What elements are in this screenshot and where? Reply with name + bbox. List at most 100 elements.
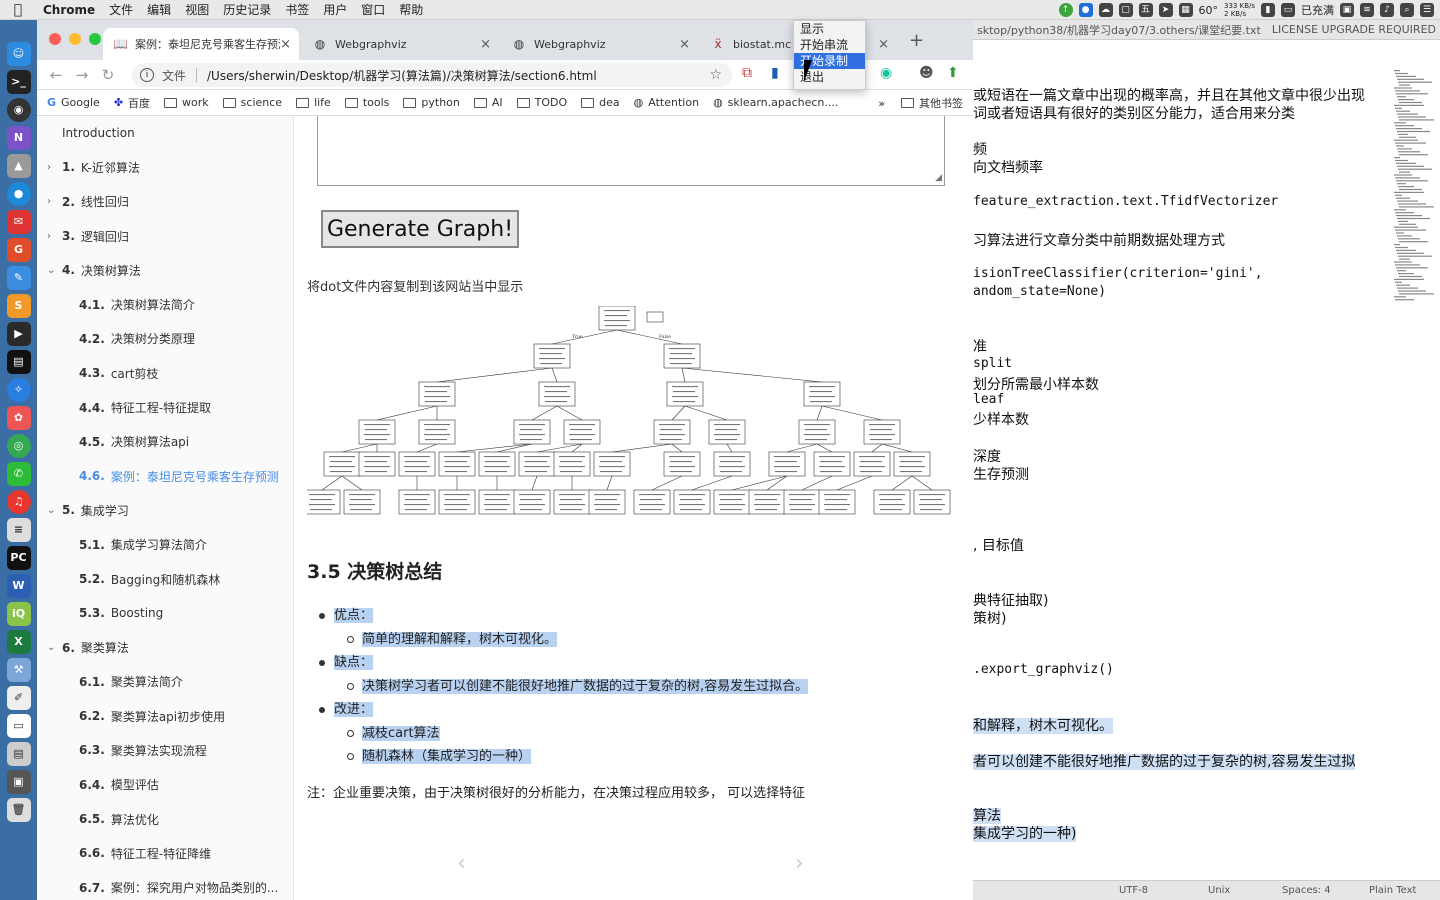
cloud-icon[interactable]: ☁ — [1098, 3, 1113, 17]
menu-file[interactable]: 文件 — [102, 1, 140, 18]
video-icon[interactable]: ▶ — [6, 322, 31, 346]
sidebar-item[interactable]: 4.3. cart剪枝 — [37, 356, 293, 390]
iqiyi-icon[interactable]: iQ — [6, 602, 31, 626]
grid-icon[interactable]: ▦ — [1178, 3, 1193, 17]
bookmark-attention[interactable]: ◍ Attention — [634, 96, 699, 109]
screen-icon[interactable]: ▣ — [6, 770, 31, 794]
sidebar-item[interactable]: ⌄ 6. 聚类算法 — [37, 630, 293, 664]
activity-icon[interactable]: ◉ — [6, 98, 31, 122]
bookmark-python[interactable]: python — [403, 96, 460, 109]
bookmarks-more-button[interactable]: » — [878, 97, 885, 110]
sidebar-item[interactable]: 6.7. 案例：探究用户对物品类别的... — [37, 871, 293, 900]
bookmark-baidu[interactable]: ✤ 百度 — [114, 95, 150, 111]
pycharm-icon[interactable]: PC — [6, 546, 31, 570]
sidebar-item[interactable]: › 2. 线性回归 — [37, 185, 293, 219]
music-icon[interactable]: ● — [6, 182, 31, 206]
input-icon[interactable]: 五 — [1138, 3, 1153, 17]
downloads-icon[interactable]: ▤ — [6, 742, 31, 766]
update-icon[interactable]: ⬆ — [947, 65, 959, 81]
pinwheel-icon[interactable]: ✿ — [6, 406, 31, 430]
menu-edit[interactable]: 编辑 — [140, 1, 178, 18]
sidebar-item[interactable]: 4.1. 决策树算法简介 — [37, 287, 293, 321]
send-icon[interactable]: ➤ — [1158, 3, 1173, 17]
bookmark-todo[interactable]: TODO — [516, 96, 567, 109]
spotlight-icon[interactable]: ⌕ — [1400, 3, 1414, 17]
menu-bookmarks[interactable]: 书签 — [278, 1, 316, 18]
license-notice[interactable]: LICENSE UPGRADE REQUIRED — [1272, 23, 1436, 36]
terminal-icon[interactable]: >_ — [6, 70, 31, 94]
sidebar-item[interactable]: 6.4. 模型评估 — [37, 768, 293, 802]
close-icon[interactable]: × — [280, 37, 291, 52]
profile-icon[interactable]: ☻ — [919, 65, 934, 81]
bookmark-other[interactable]: 其他书签 — [901, 95, 963, 111]
sublime-icon[interactable]: S — [6, 294, 31, 318]
sidebar-item[interactable]: ⌄ 5. 集成学习 — [37, 493, 293, 527]
close-icon[interactable]: × — [480, 37, 491, 52]
extension-bookmark-icon[interactable]: ▮ — [771, 65, 779, 81]
chevron-right-icon[interactable]: › — [47, 231, 51, 242]
tab-webgraphviz-1[interactable]: ◍ Webgraphviz × — [303, 28, 499, 60]
menu-help[interactable]: 帮助 — [392, 1, 430, 18]
maximize-window-icon[interactable] — [89, 33, 101, 45]
close-icon[interactable]: × — [878, 37, 889, 52]
onenote-icon[interactable]: N — [6, 126, 31, 150]
syntax-indicator[interactable]: Plain Text — [1369, 885, 1416, 896]
excel-icon[interactable]: X — [6, 630, 31, 654]
sidebar-item[interactable]: 6.5. 算法优化 — [37, 802, 293, 836]
word-icon[interactable]: W — [6, 574, 31, 598]
close-icon[interactable]: × — [679, 37, 690, 52]
preview-icon[interactable]: ▲ — [6, 154, 31, 178]
sidebar-item[interactable]: 6.3. 聚类算法实现流程 — [37, 733, 293, 767]
minimize-window-icon[interactable] — [69, 33, 81, 45]
sidebar-item[interactable]: Introduction — [37, 116, 293, 150]
sidebar-item[interactable]: 6.1. 聚类算法简介 — [37, 665, 293, 699]
chevron-down-icon[interactable]: ⌄ — [47, 505, 55, 516]
volume-icon[interactable]: ♪ — [1380, 3, 1394, 17]
sidebar-item[interactable]: 4.6. 案例：泰坦尼克号乘客生存预测 — [37, 459, 293, 493]
bookmark-life[interactable]: life — [296, 96, 331, 109]
menu-people[interactable]: 用户 — [316, 1, 354, 18]
forward-icon[interactable]: → — [69, 66, 95, 84]
window-icon[interactable]: ▢ — [1118, 3, 1133, 17]
apple-icon[interactable]:  — [0, 2, 36, 18]
dark-app-icon[interactable]: ▤ — [6, 350, 31, 374]
dot-textarea[interactable]: ◢ — [317, 116, 945, 186]
info-icon[interactable]: i — [140, 68, 154, 82]
sidebar-item[interactable]: › 3. 逻辑回归 — [37, 219, 293, 253]
wechat-icon[interactable]: ✆ — [6, 462, 31, 486]
notification-icon[interactable]: ☰ — [1420, 3, 1434, 17]
tab-webgraphviz-2[interactable]: ◍ Webgraphviz × — [502, 28, 698, 60]
sidebar-item[interactable]: 5.1. 集成学习算法简介 — [37, 528, 293, 562]
indent-indicator[interactable]: Spaces: 4 — [1282, 885, 1331, 896]
display-icon[interactable]: ▣ — [1340, 3, 1354, 17]
xcode-icon[interactable]: ⚒ — [6, 658, 31, 682]
sidebar-item[interactable]: › 1. K-近邻算法 — [37, 150, 293, 184]
chevron-down-icon[interactable]: ⌄ — [47, 642, 55, 653]
chart-icon[interactable]: ▮ — [1261, 3, 1275, 17]
sidebar-item[interactable]: 4.2. 决策树分类原理 — [37, 322, 293, 356]
chevron-right-icon[interactable]: › — [47, 196, 51, 207]
address-url[interactable]: /Users/sherwin/Desktop/机器学习(算法篇)/决策树算法/s… — [207, 67, 597, 84]
prev-page-icon[interactable]: ‹ — [457, 851, 466, 876]
doc-icon[interactable]: ▭ — [6, 714, 31, 738]
close-window-icon[interactable] — [49, 33, 61, 45]
bookmark-star-icon[interactable]: ☆ — [709, 67, 722, 83]
battery-icon[interactable]: ▭ — [1281, 3, 1295, 17]
mail-icon[interactable]: ✉ — [6, 210, 31, 234]
trash-icon[interactable]: 🗑 — [6, 798, 31, 822]
sidebar-item[interactable]: 5.3. Boosting — [37, 596, 293, 630]
bookmark-ai[interactable]: AI — [473, 96, 503, 109]
editor-minimap[interactable] — [1390, 68, 1440, 308]
menu-chrome[interactable]: Chrome — [36, 3, 102, 17]
textedit-icon[interactable]: ✐ — [6, 686, 31, 710]
bookmark-sklearn[interactable]: ◍ sklearn.apachecn.... — [713, 96, 838, 109]
encoding-indicator[interactable]: UTF-8 — [1119, 885, 1148, 896]
menu-view[interactable]: 视图 — [178, 1, 216, 18]
chevron-right-icon[interactable]: › — [47, 162, 51, 173]
bookmark-tools[interactable]: tools — [344, 96, 389, 109]
bookmark-work[interactable]: work — [164, 96, 209, 109]
line-ending-indicator[interactable]: Unix — [1208, 885, 1230, 896]
chrome-icon[interactable]: ◎ — [6, 434, 31, 458]
sidebar-item[interactable]: 4.5. 决策树算法api — [37, 425, 293, 459]
safari-icon[interactable]: ✧ — [6, 378, 31, 402]
